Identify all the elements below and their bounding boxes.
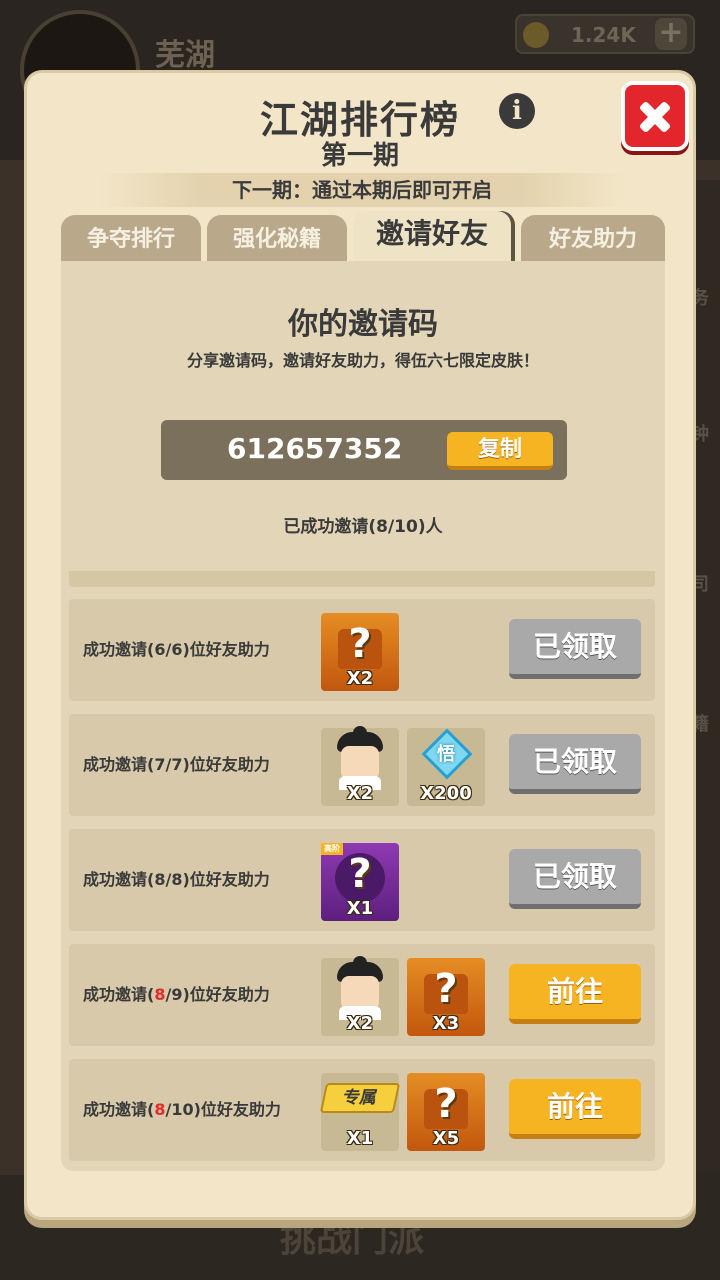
coin-icon (523, 22, 549, 48)
hero-face (333, 956, 387, 1020)
reward-condition: 成功邀请(8/10)位好友助力 (83, 1059, 281, 1161)
label-rest: /9)位好友助力 (165, 985, 270, 1004)
label-rest: /7)位好友助力 (165, 755, 270, 774)
question-mark: ? (348, 851, 372, 897)
mystery-outfit-icon[interactable]: ? X2 (321, 613, 399, 691)
mystery-outfit-icon[interactable]: ? X3 (407, 958, 485, 1036)
label-prefix: 成功邀请( (83, 640, 155, 659)
label-prefix: 成功邀请( (83, 870, 155, 889)
label-current: 6 (154, 640, 166, 659)
item-quantity: X1 (346, 1128, 374, 1149)
invite-description: 分享邀请码，邀请好友助力，得伍六七限定皮肤！ (186, 351, 539, 370)
period-subtitle: 第一期 (320, 141, 399, 171)
ranking-modal: 江湖排行榜 i 第一期 下一期：通过本期后即可开启 争夺排行 强化秘籍 邀请好友… (24, 70, 696, 1220)
scrolled-reward-row (69, 571, 655, 587)
label-rest: /8)位好友助力 (165, 870, 270, 889)
invite-code-title: 你的邀请码 (288, 307, 438, 342)
tab-bar: 争夺排行 强化秘籍 邀请好友 好友助力 (61, 211, 665, 261)
reward-condition: 成功邀请(8/8)位好友助力 (83, 829, 270, 931)
item-quantity: X2 (346, 783, 374, 804)
tab-friend-assist[interactable]: 好友助力 (521, 215, 665, 261)
claimed-button[interactable]: 已领取 (509, 619, 641, 679)
reward-row: 成功邀请(7/7)位好友助力 X2 悟 X200 已领取 (69, 714, 655, 816)
label-current: 8 (154, 985, 166, 1004)
item-quantity: X5 (432, 1128, 460, 1149)
item-quantity: X200 (420, 783, 472, 804)
question-mark: ? (434, 966, 458, 1012)
invited-count: 已成功邀请(8/10)人 (283, 517, 443, 537)
label-current: 8 (154, 870, 166, 889)
advanced-mystery-icon[interactable]: 高阶 ? X1 (321, 843, 399, 921)
item-quantity: X3 (432, 1013, 460, 1034)
hero-portrait-icon[interactable]: X2 (321, 956, 399, 1036)
info-icon[interactable]: i (499, 93, 535, 129)
reward-row: 成功邀请(8/8)位好友助力 高阶 ? X1 已领取 (69, 829, 655, 931)
label-prefix: 成功邀请( (83, 1100, 155, 1119)
tab-invite-friends[interactable]: 邀请好友 (353, 211, 511, 261)
label-rest: /6)位好友助力 (165, 640, 270, 659)
question-mark: ? (434, 1081, 458, 1127)
add-currency-icon: + (655, 18, 687, 50)
currency-value: 1.24K (571, 23, 636, 47)
close-button[interactable] (621, 81, 689, 151)
item-quantity: X2 (346, 1013, 374, 1034)
label-prefix: 成功邀请( (83, 755, 155, 774)
tab-ranking[interactable]: 争夺排行 (61, 215, 201, 261)
currency-display: 1.24K + (515, 14, 695, 54)
go-button[interactable]: 前往 (509, 1079, 641, 1139)
label-rest: /10)位好友助力 (165, 1100, 281, 1119)
go-button[interactable]: 前往 (509, 964, 641, 1024)
item-quantity: X1 (346, 898, 374, 919)
gem-character: 悟 (437, 744, 455, 765)
invite-code-box: 612657352 复制 (161, 420, 567, 480)
reward-condition: 成功邀请(7/7)位好友助力 (83, 714, 270, 816)
label-current: 7 (154, 755, 166, 774)
reward-row: 成功邀请(8/9)位好友助力 X2 ? X3 前往 (69, 944, 655, 1046)
reward-row: 成功邀请(6/6)位好友助力 ? X2 已领取 (69, 599, 655, 701)
invite-panel: 你的邀请码 分享邀请码，邀请好友助力，得伍六七限定皮肤！ 612657352 复… (61, 261, 665, 1171)
question-mark: ? (348, 621, 372, 667)
label-current: 8 (154, 1100, 166, 1119)
hero-portrait-icon[interactable]: X2 (321, 726, 399, 806)
claimed-button[interactable]: 已领取 (509, 734, 641, 794)
tab-secret-manual[interactable]: 强化秘籍 (207, 215, 347, 261)
reward-condition: 成功邀请(8/9)位好友助力 (83, 944, 270, 1046)
mystery-outfit-icon[interactable]: ? X5 (407, 1073, 485, 1151)
player-name: 芜湖 (155, 38, 215, 73)
item-quantity: X2 (346, 668, 374, 689)
label-prefix: 成功邀请( (83, 985, 155, 1004)
claimed-button[interactable]: 已领取 (509, 849, 641, 909)
hero-face (333, 726, 387, 790)
invite-code-value: 612657352 (227, 432, 403, 465)
reward-condition: 成功邀请(6/6)位好友助力 (83, 599, 270, 701)
copy-button[interactable]: 复制 (447, 432, 553, 470)
reward-row: 成功邀请(8/10)位好友助力 专属 X1 ? X5 前往 (69, 1059, 655, 1161)
next-period-banner: 下一期：通过本期后即可开启 (97, 173, 627, 207)
exclusive-badge: 专属 (319, 1083, 401, 1113)
exclusive-badge-icon[interactable]: 专属 X1 (319, 1073, 401, 1151)
diamond-gem-icon[interactable]: 悟 X200 (407, 728, 485, 806)
